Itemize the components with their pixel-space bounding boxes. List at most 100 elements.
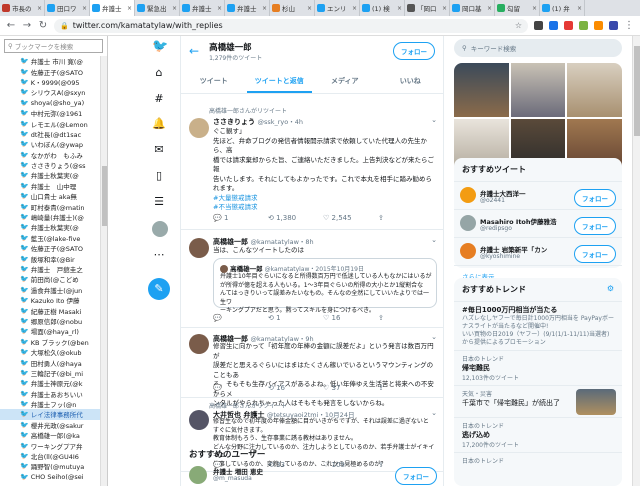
bookmark-item[interactable]: 🐦 櫻井光政(@sakur xyxy=(0,420,107,430)
bookmark-item[interactable]: 🐦 三輪記子(@bi_mi xyxy=(0,368,107,378)
avatar[interactable] xyxy=(189,238,209,258)
like-button[interactable]: ♡ 37 xyxy=(323,384,378,392)
share-icon[interactable]: ⇪ xyxy=(378,314,433,322)
compose-tweet-icon[interactable]: ✎ xyxy=(148,278,170,300)
close-tab-icon[interactable]: × xyxy=(82,5,87,12)
extension-icon[interactable] xyxy=(579,21,588,30)
bookmark-item[interactable]: 🐦 shoya(@sho_ya) xyxy=(0,98,107,108)
browser-tab[interactable]: 岡口基 × xyxy=(450,0,495,16)
bookmark-item[interactable]: 🐦 佐藤正子(@SATO xyxy=(0,243,107,253)
chevron-down-icon[interactable]: ⌄ xyxy=(431,236,437,244)
retweet-button[interactable]: ⟲ 16 xyxy=(268,384,323,392)
retweet-button[interactable]: ⟲ 1 xyxy=(268,314,323,322)
bookmark-item[interactable]: 🐦 田村勇人(@haya xyxy=(0,357,107,368)
close-tab-icon[interactable]: × xyxy=(127,5,132,12)
chevron-down-icon[interactable]: ⌄ xyxy=(431,116,437,124)
bookmark-item[interactable]: 🐦 弁護士フッ(@n xyxy=(0,399,107,409)
star-icon[interactable]: ☆ xyxy=(515,21,522,30)
retweet-button[interactable]: ⟲ 1,380 xyxy=(268,214,323,222)
trend-item[interactable]: 日本のトレンド 帰宅難民 12,103件のツイート xyxy=(454,350,622,385)
bookmark-scrollbar[interactable] xyxy=(100,56,107,486)
settings-gear-icon[interactable]: ⚙ xyxy=(607,284,614,295)
browser-tab[interactable]: 勾留 × xyxy=(495,0,540,16)
bookmark-item[interactable]: 🐦 弁護士 山中理 xyxy=(0,181,107,191)
follow-button[interactable]: フォロー xyxy=(574,245,616,263)
bookmark-item[interactable]: 🐦 山口貴士 aka無 xyxy=(0,191,107,201)
bookmark-item[interactable]: 🐦 郷原信郎(@nobu xyxy=(0,316,107,326)
avatar[interactable] xyxy=(460,243,476,259)
extension-icon[interactable] xyxy=(534,21,543,30)
avatar[interactable] xyxy=(189,410,209,430)
bookmark-item[interactable]: 🐦 いわぼん(@ywap xyxy=(0,139,107,149)
tweet[interactable]: 高橋雄一郎さんがリツイート ささきりょう @ssk_ryo・4h ⌄ ぐこ観す」… xyxy=(181,98,443,230)
avatar[interactable] xyxy=(189,118,209,138)
follow-button[interactable]: フォロー xyxy=(393,42,435,60)
recommended-user-row[interactable]: 弁護士 増田 恵史 @m_masuda フォロー xyxy=(181,464,443,486)
extension-icon[interactable] xyxy=(594,21,603,30)
bookmark-item[interactable]: 🐦 レイ法律事務所代 xyxy=(0,409,107,420)
bookmark-item[interactable]: 🐦 場面(@haya_rl) xyxy=(0,326,107,336)
tweet[interactable]: 高橋雄一郎 @kamatatylaw・8h ⌄ 当は、こんなツイートしたのは 高… xyxy=(181,230,443,328)
close-tab-icon[interactable]: × xyxy=(37,5,42,12)
bookmark-item[interactable]: 🐦 大塚松久(@okub xyxy=(0,347,107,357)
close-tab-icon[interactable]: × xyxy=(217,5,222,12)
bookmark-item[interactable]: 🐦 CHO Seiho(@sei xyxy=(0,472,107,482)
close-tab-icon[interactable]: × xyxy=(307,5,312,12)
close-tab-icon[interactable]: × xyxy=(532,5,537,12)
follow-button[interactable]: フォロー xyxy=(574,217,616,235)
like-button[interactable]: ♡ 16 xyxy=(323,314,378,322)
avatar[interactable] xyxy=(189,466,207,484)
bookmark-item[interactable]: 🐦 弁護士神原元(@k xyxy=(0,378,107,388)
browser-tab[interactable]: 「岡口 × xyxy=(405,0,450,16)
browser-menu-icon[interactable]: ⋮ xyxy=(624,20,634,31)
profile-tab[interactable]: いいね xyxy=(378,68,444,93)
bookmark-item[interactable]: 🐦 過食弁護士(@jun xyxy=(0,285,107,295)
recommended-user-row[interactable]: 弁護士 岩築新平「カン @kyoshimine フォロー xyxy=(454,237,622,265)
close-tab-icon[interactable]: × xyxy=(577,5,582,12)
hashtag-link[interactable]: #不当懲戒請求 xyxy=(213,203,437,213)
bookmark-item[interactable]: 🐦 ワーキングプア弁 xyxy=(0,440,107,451)
address-bar[interactable]: 🔒 twitter.com/kamatatylaw/with_replies ☆ xyxy=(54,18,528,33)
bookmark-item[interactable]: 🐦 中村元弥(@1961 xyxy=(0,108,107,118)
bookmark-icon[interactable]: ▯ xyxy=(152,169,166,183)
bookmark-search-input[interactable]: ⚲ ブックマークを検索 xyxy=(4,39,103,53)
follow-button[interactable]: フォロー xyxy=(395,467,437,485)
bookmark-item[interactable]: 🐦 ささきりょう(@ss xyxy=(0,160,107,170)
browser-tab[interactable]: 緊急出 × xyxy=(135,0,180,16)
chevron-down-icon[interactable]: ⌄ xyxy=(431,333,437,341)
browser-tab[interactable]: 弁護士 × xyxy=(225,0,270,16)
bookmark-item[interactable]: 🐦 紀藤正樹 Masaki xyxy=(0,305,107,316)
avatar[interactable] xyxy=(460,187,476,203)
bookmark-item[interactable]: 🐦 前田尚(@こどめ xyxy=(0,274,107,284)
extension-icon[interactable] xyxy=(549,21,558,30)
close-tab-icon[interactable]: × xyxy=(172,5,177,12)
bookmark-item[interactable]: 🐦 Kazuko Ito 伊藤 xyxy=(0,295,107,305)
trend-item[interactable]: 日本のトレンド 逃げ込め 17,200件のツイート xyxy=(454,417,622,452)
forward-icon[interactable]: → xyxy=(22,20,32,31)
bookmark-item[interactable]: 🐦 シリウスA(@sxyn xyxy=(0,87,107,97)
recommended-user-row[interactable]: Masahiro Itoh伊藤雅浩 @redipsgo フォロー xyxy=(454,209,622,237)
reply-button[interactable]: 💬 xyxy=(213,314,268,322)
extension-icon[interactable] xyxy=(564,21,573,30)
back-arrow-icon[interactable]: ← xyxy=(189,44,199,58)
follow-button[interactable]: フォロー xyxy=(574,189,616,207)
browser-tab[interactable]: 田口ワ × xyxy=(45,0,90,16)
back-icon[interactable]: ← xyxy=(6,20,16,31)
reply-button[interactable]: 💬 xyxy=(213,384,268,392)
bookmark-item[interactable]: 🐦 レモエル(@Lemon xyxy=(0,118,107,129)
bookmark-item[interactable]: 🐦 町村泰貴(@matin xyxy=(0,201,107,212)
browser-tab[interactable]: 市長の × xyxy=(0,0,45,16)
avatar[interactable] xyxy=(460,215,476,231)
profile-tab[interactable]: ツイート xyxy=(181,68,247,93)
page-scrollbar[interactable] xyxy=(632,36,640,486)
home-icon[interactable]: ⌂ xyxy=(152,66,166,80)
twitter-search-input[interactable]: ⚲ キーワード検索 xyxy=(454,39,622,57)
bookmark-item[interactable]: 🐦 KB ブラック(@ben xyxy=(0,337,107,347)
bookmark-item[interactable]: 🐦 北台(ll(@GU4I6 xyxy=(0,451,107,461)
notifications-bell-icon[interactable]: 🔔 xyxy=(152,117,166,131)
bookmark-item[interactable]: 🐦 飯塚和幸(@Bir xyxy=(0,253,107,264)
browser-tab[interactable]: (1) 弁 × xyxy=(540,0,585,16)
bookmark-item[interactable]: 🐦 なかがわ もふみ xyxy=(0,150,107,160)
close-tab-icon[interactable]: × xyxy=(442,5,447,12)
bookmark-item[interactable]: 🐦 弁護士秋葉実(@ xyxy=(0,170,107,180)
